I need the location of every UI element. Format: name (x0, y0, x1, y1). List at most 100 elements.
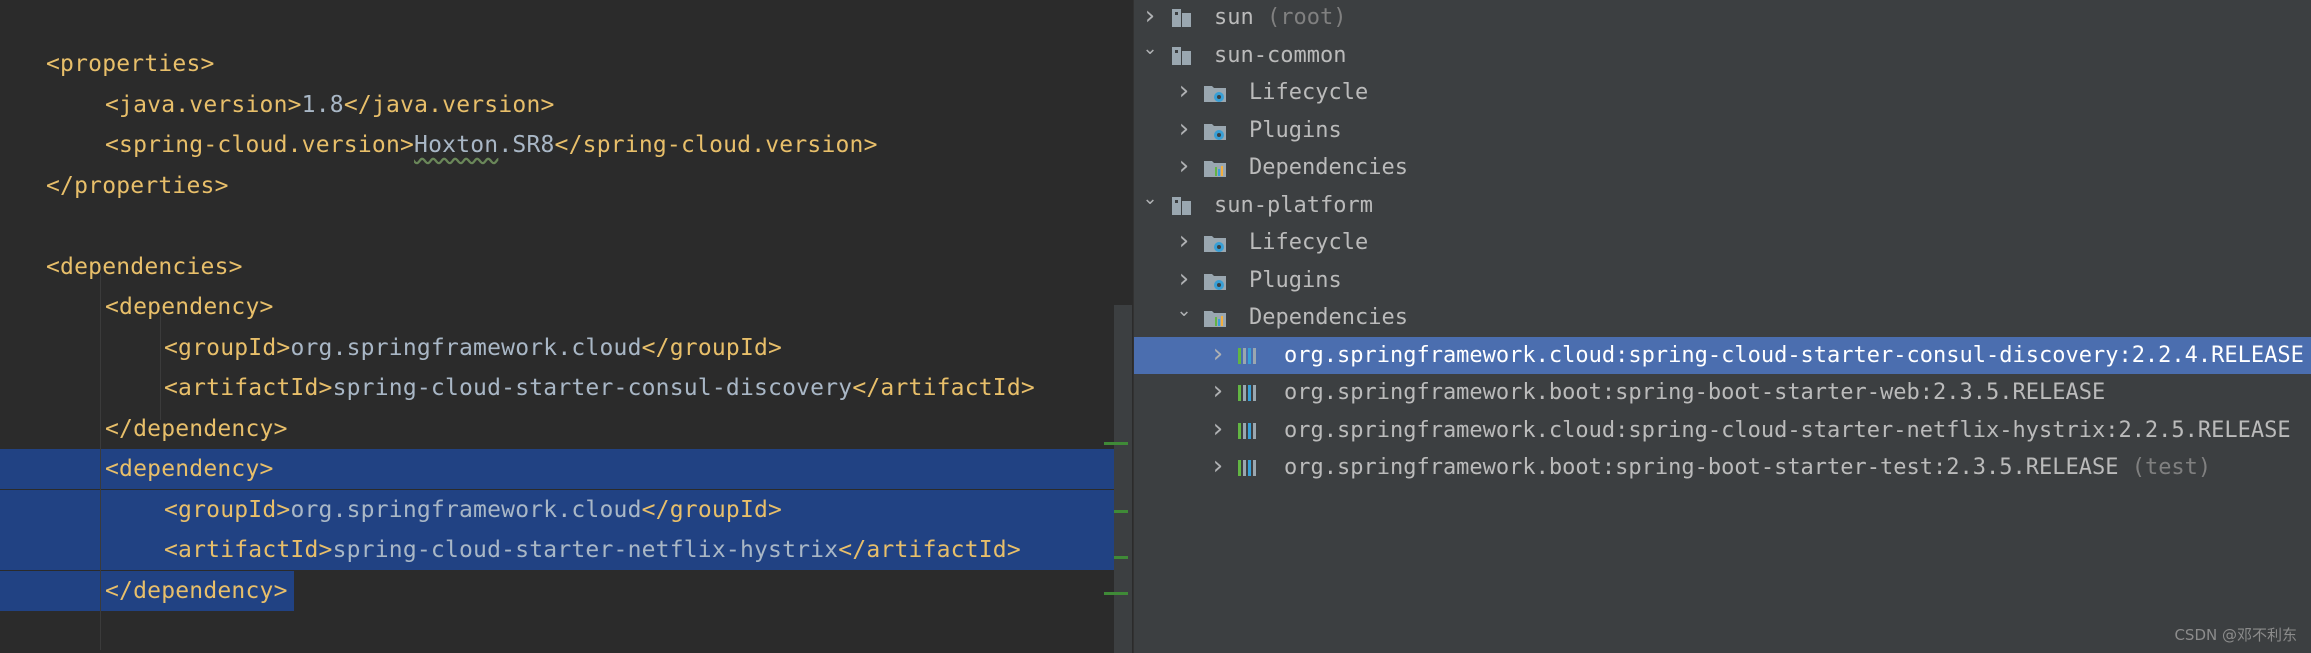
editor-line[interactable]: </dependency> (0, 570, 1133, 611)
editor-line[interactable]: <java.version>1.8</java.version> (0, 85, 1133, 125)
tree-node-label: org.springframework.boot:spring-boot-sta… (1284, 374, 2105, 411)
editor-line[interactable]: <artifactId>spring-cloud-starter-consul-… (0, 368, 1133, 408)
tree-node-name: sun (1214, 5, 1254, 30)
tree-node[interactable]: ⌄ sun-common (1134, 37, 2311, 74)
xml-close-tag: </java.version> (343, 91, 555, 118)
xml-text-value: 1.8 (301, 91, 344, 118)
chevron-right-icon[interactable]: › (1208, 337, 1228, 374)
code-text: <groupId>org.springframework.cloud</grou… (164, 328, 782, 368)
tree-node-name: sun-platform (1214, 192, 1373, 218)
tree-node[interactable]: ⌄ Dependencies (1134, 299, 2311, 336)
xml-open-tag: <dependency> (105, 294, 274, 320)
library-icon (1235, 419, 1261, 443)
tree-node-label: Dependencies (1249, 149, 1408, 186)
tree-node[interactable]: › Lifecycle (1134, 74, 2311, 111)
code-text: <artifactId>spring-cloud-starter-consul-… (164, 368, 1035, 408)
xml-open-tag: <java.version> (105, 91, 302, 118)
tree-node[interactable]: › org.springframework.boot:spring-boot-st… (1134, 374, 2311, 411)
tree-node[interactable]: › sun (root) (1134, 0, 2311, 36)
xml-open-tag: <dependencies> (46, 253, 243, 280)
chevron-right-icon[interactable]: › (1208, 449, 1228, 486)
maven-module-icon (1169, 194, 1195, 218)
tree-node[interactable]: › Lifecycle (1134, 224, 2311, 261)
xml-open-tag: </dependency> (105, 577, 288, 604)
library-icon (1235, 381, 1261, 405)
chevron-right-icon[interactable]: › (1174, 224, 1194, 261)
xml-text-value: spring-cloud-starter-consul-discovery (332, 375, 853, 401)
tree-node-label: sun-platform (1214, 187, 1373, 224)
tree-node-name: org.springframework.cloud:spring-cloud-s… (1284, 417, 2291, 443)
code-text: </dependency> (105, 571, 288, 611)
tree-node-name: Plugins (1249, 117, 1342, 143)
chevron-right-icon[interactable]: › (1208, 412, 1228, 449)
editor-line[interactable]: <properties> (0, 44, 1133, 84)
xml-text-value: org.springframework.cloud (290, 334, 642, 361)
tree-node-label: Lifecycle (1249, 74, 1368, 111)
xml-close-tag: </spring-cloud.version> (554, 132, 878, 158)
code-text: <dependencies> (46, 247, 243, 287)
editor-line[interactable]: <dependency> (0, 287, 1133, 327)
xml-open-tag: <groupId> (164, 496, 291, 523)
tree-node-name: Lifecycle (1249, 80, 1369, 105)
xml-text-value: .SR8 (498, 132, 555, 158)
code-text: <groupId>org.springframework.cloud</grou… (164, 490, 782, 530)
tree-node-label: sun (root) (1214, 0, 1346, 36)
chevron-right-icon[interactable]: › (1208, 374, 1228, 411)
chevron-down-icon[interactable]: ⌄ (1140, 37, 1160, 74)
tree-node-scope: (test) (2118, 455, 2212, 480)
editor-line[interactable]: <groupId>org.springframework.cloud</grou… (0, 328, 1133, 368)
chevron-down-icon[interactable]: ⌄ (1174, 299, 1194, 336)
chevron-right-icon[interactable]: › (1174, 262, 1194, 299)
indent-guide (100, 273, 101, 650)
chevron-down-icon[interactable]: ⌄ (1140, 187, 1160, 224)
tree-node-label: Lifecycle (1249, 224, 1368, 261)
tree-node[interactable]: ⌄ sun-platform (1134, 187, 2311, 224)
code-text: </dependency> (105, 409, 288, 449)
tree-node[interactable]: › org.springframework.boot:spring-boot-st… (1134, 449, 2311, 486)
editor-line[interactable]: <groupId>org.springframework.cloud</grou… (0, 489, 1114, 530)
tree-node[interactable]: › Plugins (1134, 112, 2311, 149)
tree-node[interactable]: › Dependencies (1134, 149, 2311, 186)
code-text: </properties> (46, 166, 229, 206)
editor-line[interactable] (0, 206, 1133, 246)
tree-node-name: Plugins (1249, 267, 1342, 293)
library-icon (1235, 456, 1261, 480)
lifecycle-folder-icon (1202, 81, 1228, 105)
editor-line[interactable]: <dependency> (0, 449, 1114, 489)
tree-node[interactable]: › Plugins (1134, 262, 2311, 299)
chevron-right-icon[interactable]: › (1174, 112, 1194, 149)
editor-line[interactable]: </properties> (0, 166, 1133, 206)
chevron-right-icon[interactable]: › (1140, 0, 1160, 36)
xml-close-tag: </groupId> (641, 334, 783, 361)
editor-line[interactable]: <dependencies> (0, 247, 1133, 287)
editor-line[interactable]: <spring-cloud.version>Hoxton.SR8</spring… (0, 125, 1133, 165)
tree-node[interactable]: › org.springframework.cloud:spring-cloud-… (1134, 336, 2311, 374)
xml-text-value: spring-cloud-starter-netflix-hystrix (332, 537, 839, 563)
editor-line[interactable]: <artifactId>spring-cloud-starter-netflix… (0, 530, 1114, 570)
xml-close-tag: </artifactId> (852, 375, 1035, 401)
tree-node-name: Dependencies (1249, 155, 1408, 180)
chevron-right-icon[interactable]: › (1174, 74, 1194, 111)
tree-node[interactable]: › org.springframework.cloud:spring-cloud-… (1134, 412, 2311, 449)
code-text: <dependency> (105, 449, 274, 489)
indent-guide (160, 313, 161, 420)
maven-module-icon (1169, 6, 1195, 30)
chevron-right-icon[interactable]: › (1174, 149, 1194, 186)
tree-node-name: org.springframework.boot:spring-boot-sta… (1284, 455, 2119, 480)
code-text: <artifactId>spring-cloud-starter-netflix… (164, 530, 1021, 570)
tree-node-label: org.springframework.boot:spring-boot-sta… (1284, 449, 2211, 486)
xml-open-tag: <groupId> (164, 334, 291, 361)
tree-node-name: Lifecycle (1249, 230, 1369, 255)
tree-node-name: org.springframework.boot:spring-boot-sta… (1284, 380, 2106, 405)
xml-editor[interactable]: <properties> <java.version>1.8</java.vers… (0, 0, 1133, 653)
tree-node-label: org.springframework.cloud:spring-cloud-s… (1284, 412, 2291, 449)
plugins-folder-icon (1202, 119, 1228, 143)
maven-project-tree[interactable]: › sun (root) ⌄ sun-common › Lifecycle › Plugins… (1134, 0, 2311, 653)
xml-text-value: Hoxton (414, 132, 499, 158)
tree-node-name: org.springframework.cloud:spring-cloud-s… (1284, 342, 2304, 368)
xml-open-tag: <spring-cloud.version> (105, 132, 415, 158)
tree-node-scope: (root) (1253, 5, 1347, 30)
xml-open-tag: <artifactId> (164, 537, 333, 563)
editor-line[interactable]: </dependency> (0, 409, 1133, 449)
code-text: <dependency> (105, 287, 274, 327)
